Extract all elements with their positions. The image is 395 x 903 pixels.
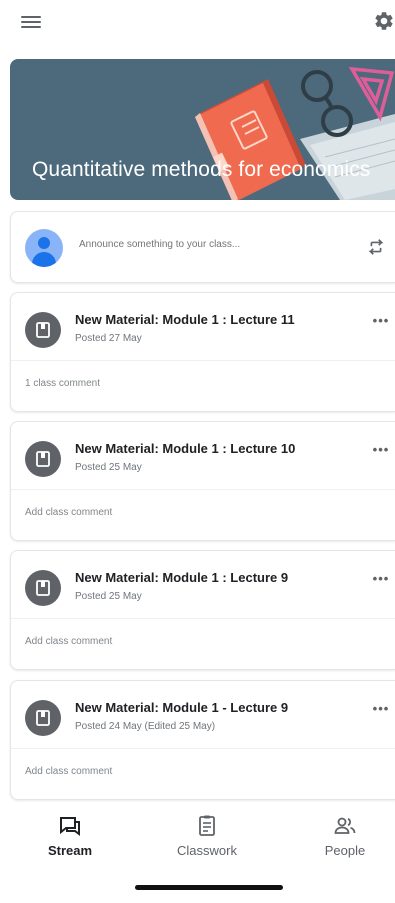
tab-people[interactable]: People [295, 808, 395, 864]
tab-stream[interactable]: Stream [20, 808, 120, 864]
announce-card[interactable] [10, 211, 395, 283]
stream-post[interactable]: New Material: Module 1 : Lecture 11 Post… [10, 292, 395, 412]
post-date: Posted 24 May (Edited 25 May) [75, 721, 216, 732]
tab-stream-label: Stream [47, 843, 93, 858]
class-title: Quantitative methods for economics [32, 158, 371, 181]
announce-input[interactable] [79, 239, 339, 250]
add-class-comment[interactable]: Add class comment [25, 636, 112, 647]
stream-icon [60, 817, 80, 836]
post-title: New Material: Module 1 - Lecture 9 [75, 700, 289, 715]
post-date: Posted 25 May [75, 462, 142, 473]
divider [11, 618, 395, 619]
more-vert-icon[interactable]: ••• [369, 701, 393, 717]
post-title: New Material: Module 1 : Lecture 9 [75, 570, 289, 585]
material-icon [25, 441, 61, 477]
more-vert-icon[interactable]: ••• [369, 571, 393, 587]
bottom-navigation: Stream Classwork People [0, 808, 395, 868]
people-icon [334, 817, 356, 834]
material-icon [25, 312, 61, 348]
top-app-bar [0, 0, 395, 48]
tab-people-label: People [324, 843, 366, 858]
material-icon [25, 700, 61, 736]
divider [11, 489, 395, 490]
menu-icon[interactable] [21, 14, 41, 30]
class-comment-link[interactable]: 1 class comment [25, 378, 100, 389]
post-title: New Material: Module 1 : Lecture 11 [75, 312, 295, 327]
material-icon [25, 570, 61, 606]
repost-icon[interactable] [365, 235, 387, 259]
glasses-illustration [301, 70, 353, 137]
post-date: Posted 27 May [75, 333, 142, 344]
post-title: New Material: Module 1 : Lecture 10 [75, 441, 296, 456]
tab-classwork[interactable]: Classwork [157, 808, 257, 864]
divider [11, 748, 395, 749]
class-banner[interactable]: Quantitative methods for economics [10, 59, 395, 200]
add-class-comment[interactable]: Add class comment [25, 766, 112, 777]
more-vert-icon[interactable]: ••• [369, 313, 393, 329]
stream-post[interactable]: New Material: Module 1 - Lecture 9 Poste… [10, 680, 395, 800]
divider [11, 360, 395, 361]
triangle-ruler-illustration [348, 66, 395, 122]
more-vert-icon[interactable]: ••• [369, 442, 393, 458]
gear-icon[interactable] [373, 10, 395, 32]
add-class-comment[interactable]: Add class comment [25, 507, 112, 518]
avatar [25, 229, 63, 267]
tab-classwork-label: Classwork [177, 843, 237, 858]
post-date: Posted 25 May [75, 591, 142, 602]
home-indicator[interactable] [135, 885, 283, 890]
stream-post[interactable]: New Material: Module 1 : Lecture 10 Post… [10, 421, 395, 541]
classwork-icon [199, 815, 215, 836]
stream-post[interactable]: New Material: Module 1 : Lecture 9 Poste… [10, 550, 395, 670]
